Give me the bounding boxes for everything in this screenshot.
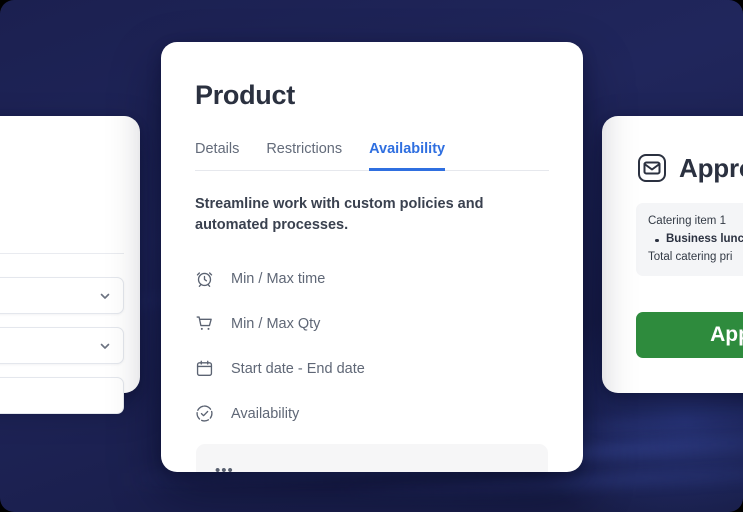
chevron-down-icon xyxy=(99,290,111,302)
form-select-2[interactable] xyxy=(0,327,124,364)
chevron-down-icon xyxy=(99,340,111,352)
approval-title: Appro xyxy=(679,152,743,183)
approval-header: Appro xyxy=(636,152,743,184)
divider xyxy=(0,253,124,254)
app-background: Appro Catering item 1 Business lunc Tota… xyxy=(0,0,743,512)
feature-list: Min / Max time Min / Max Qty Start date … xyxy=(195,256,549,436)
shopping-cart-icon xyxy=(195,314,214,333)
form-select-3[interactable] xyxy=(0,377,124,414)
tab-bar: Details Restrictions Availability xyxy=(195,141,549,171)
alarm-clock-icon xyxy=(195,269,214,288)
ellipsis-icon: ••• xyxy=(215,462,234,472)
feature-item-availability[interactable]: Availability xyxy=(195,391,549,436)
feature-label: Min / Max time xyxy=(231,270,326,287)
feature-item-start-end-date[interactable]: Start date - End date xyxy=(195,346,549,391)
tab-availability[interactable]: Availability xyxy=(369,141,446,171)
catering-bullet-item: Business lunc xyxy=(648,231,743,249)
catering-summary: Catering item 1 Business lunc Total cate… xyxy=(636,203,743,277)
approval-card-right: Appro Catering item 1 Business lunc Tota… xyxy=(602,116,743,393)
feature-item-min-max-time[interactable]: Min / Max time xyxy=(195,256,549,301)
form-select-1[interactable] xyxy=(0,277,124,314)
page-title: Product xyxy=(195,80,295,110)
footer-placeholder-box[interactable]: ••• xyxy=(196,444,548,472)
tab-details[interactable]: Details xyxy=(195,141,239,171)
partial-form-card-left xyxy=(0,116,140,414)
feature-label: Start date - End date xyxy=(231,360,365,377)
tab-restrictions[interactable]: Restrictions xyxy=(266,141,342,171)
catering-item-label: Catering item 1 xyxy=(648,215,726,227)
calendar-icon xyxy=(195,359,214,378)
lead-description: Streamline work with custom policies and… xyxy=(195,196,484,234)
approve-button[interactable]: Appro xyxy=(636,312,743,358)
feature-label: Min / Max Qty xyxy=(231,315,321,332)
feature-label: Availability xyxy=(231,405,300,422)
product-card: Product Details Restrictions Availabilit… xyxy=(161,42,583,472)
envelope-icon xyxy=(636,152,668,184)
check-badge-icon xyxy=(195,404,214,423)
feature-item-min-max-qty[interactable]: Min / Max Qty xyxy=(195,301,549,346)
catering-total-label: Total catering pri xyxy=(648,250,733,263)
